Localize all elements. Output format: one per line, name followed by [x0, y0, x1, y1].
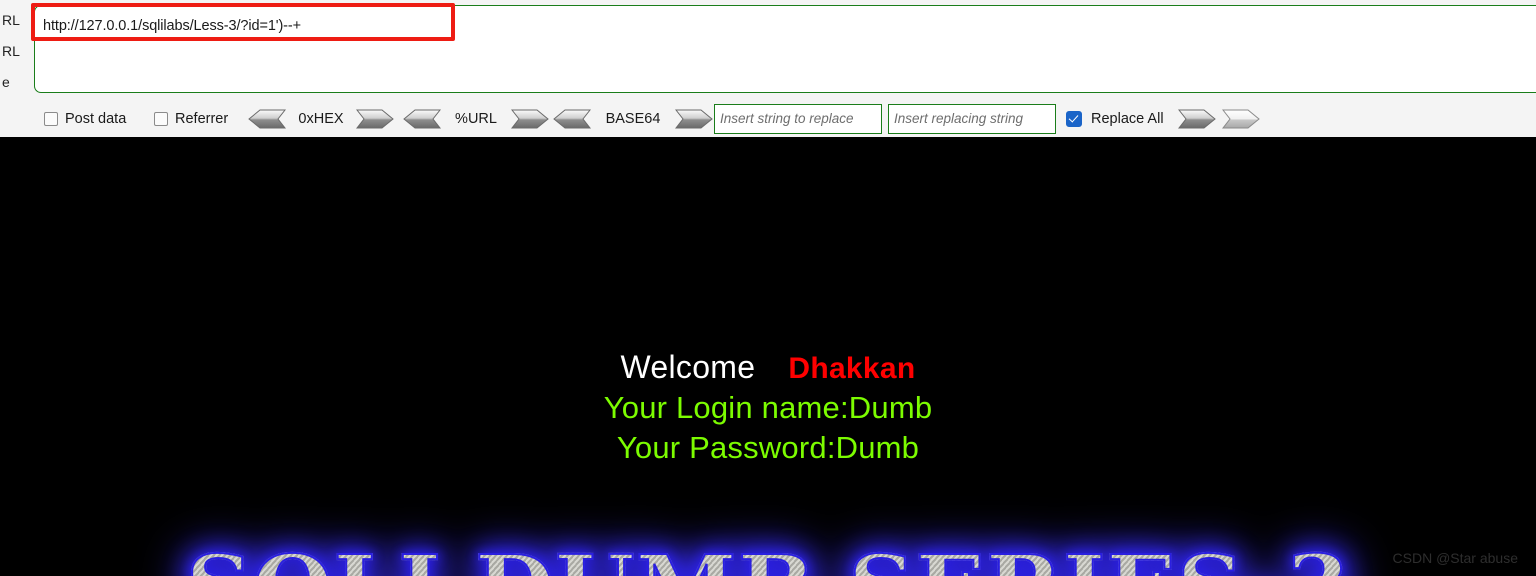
referrer-checkbox-box[interactable]: [154, 111, 168, 126]
arrow-right-icon[interactable]: [1222, 109, 1260, 129]
side-label-extra: e: [2, 74, 10, 90]
replace-all-label: Replace All: [1091, 110, 1164, 127]
referrer-label: Referrer: [175, 110, 229, 127]
post-data-checkbox[interactable]: Post data: [44, 100, 126, 137]
url-input-textarea[interactable]: http://127.0.0.1/sqlilabs/Less-3/?id=1')…: [34, 5, 1536, 93]
arrow-right-icon[interactable]: [356, 109, 394, 129]
apply-replace-button[interactable]: [1178, 100, 1216, 137]
welcome-text: Welcome: [620, 349, 756, 385]
replace-all-checkbox[interactable]: Replace All: [1066, 100, 1164, 137]
injected-user-name: Dhakkan: [788, 352, 916, 385]
replace-with-field-wrap: [888, 100, 1056, 137]
replace-find-field-wrap: [714, 100, 882, 137]
url-input-value: http://127.0.0.1/sqlilabs/Less-3/?id=1')…: [43, 18, 302, 34]
field-label-column: RL RL e: [0, 0, 32, 95]
base64-encoder-label: BASE64: [605, 110, 661, 127]
request-tool-panel: RL RL e http://127.0.0.1/sqlilabs/Less-3…: [0, 0, 1536, 234]
arrow-left-icon[interactable]: [553, 109, 591, 129]
post-data-label: Post data: [65, 110, 127, 127]
watermark-text: CSDN @Star abuse: [1392, 550, 1518, 566]
replace-with-input[interactable]: [888, 103, 1056, 134]
side-label-url-1: RL: [2, 12, 20, 28]
arrow-right-icon[interactable]: [675, 109, 713, 129]
login-name-line: Your Login name:Dumb: [603, 390, 933, 425]
secondary-apply-button[interactable]: [1222, 100, 1260, 137]
replace-find-input[interactable]: [714, 103, 882, 134]
url-encoder-label: %URL: [455, 110, 497, 127]
hex-encoder-group: 0xHEX: [248, 100, 394, 137]
sqli-banner-text: SQLI DUMB SERIES-3: [185, 536, 1351, 576]
post-data-checkbox-box[interactable]: [44, 111, 58, 126]
arrow-left-icon[interactable]: [403, 109, 441, 129]
hex-encoder-label: 0xHEX: [298, 110, 344, 127]
side-label-url-2: RL: [2, 43, 20, 59]
url-encoder-group: %URL: [403, 100, 549, 137]
password-line: Your Password:Dumb: [616, 430, 920, 465]
welcome-heading: Welcome Dhakkan: [0, 349, 1536, 386]
base64-encoder-group: BASE64: [553, 100, 713, 137]
replace-all-checkbox-box[interactable]: [1066, 110, 1082, 127]
sqli-banner: SQLI DUMB SERIES-3: [0, 536, 1536, 576]
browser-page-content: Welcome Dhakkan Your Login name:Dumb Your…: [0, 137, 1536, 576]
arrow-right-icon[interactable]: [1178, 109, 1216, 129]
arrow-right-icon[interactable]: [511, 109, 549, 129]
arrow-left-icon[interactable]: [248, 109, 286, 129]
options-toolbar: Post data Referrer 0xHEX %URL BASE64 Ins…: [0, 100, 1536, 234]
referrer-checkbox[interactable]: Referrer: [154, 100, 228, 137]
